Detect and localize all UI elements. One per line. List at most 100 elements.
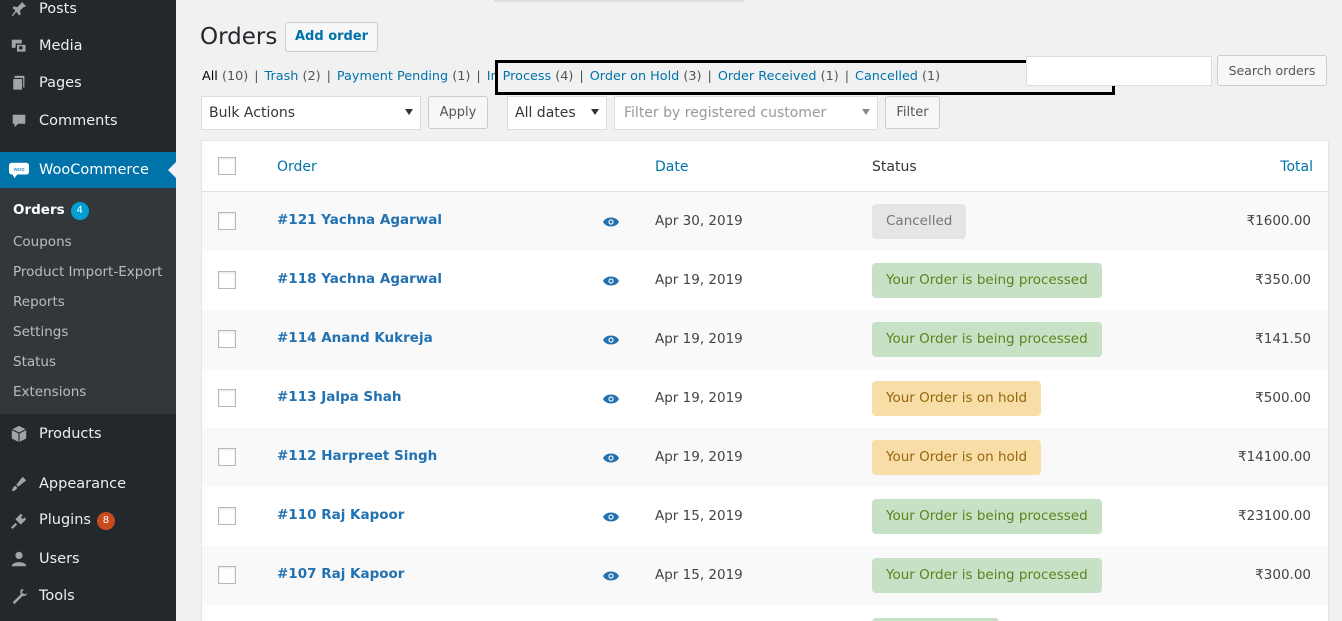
chevron-down-icon [591, 109, 599, 115]
order-total: ₹1600.00 [1246, 213, 1311, 229]
woocommerce-submenu: Orders 4 Coupons Product Import-Export Re… [0, 188, 176, 414]
menu-label: Users [39, 551, 80, 567]
customer-filter-select[interactable]: Filter by registered customer [614, 96, 878, 130]
menu-label: Products [39, 426, 102, 442]
table-row: #112 Harpreet Singh Apr 19, 2019 Your Orde… [202, 428, 1328, 487]
menu-item-comments[interactable]: Comments [0, 103, 176, 139]
users-icon [9, 549, 29, 569]
row-checkbox[interactable] [218, 448, 236, 466]
order-date: Apr 19, 2019 [655, 390, 743, 406]
order-total: ₹141.50 [1255, 331, 1311, 347]
menu-item-plugins[interactable]: Plugins 8 [0, 503, 176, 539]
column-date[interactable]: Date [655, 159, 688, 175]
table-row: #110 Raj Kapoor Apr 15, 2019 Your Order is… [202, 487, 1328, 546]
order-link[interactable]: #110 Raj Kapoor [277, 507, 404, 523]
submenu-settings[interactable]: Settings [13, 324, 68, 340]
woocommerce-icon: woo [9, 160, 29, 180]
order-link[interactable]: #112 Harpreet Singh [277, 448, 437, 464]
submenu-extensions[interactable]: Extensions [13, 384, 86, 400]
table-row: #113 Jalpa Shah Apr 19, 2019 Your Order is… [202, 369, 1328, 428]
filter-trash[interactable]: Trash (2) [265, 69, 321, 84]
submenu-reports[interactable]: Reports [13, 294, 65, 310]
order-date: Apr 19, 2019 [655, 272, 743, 288]
preview-eye-icon[interactable] [603, 216, 619, 228]
menu-label: Tools [39, 588, 75, 604]
dates-select[interactable]: All dates [507, 96, 607, 130]
submenu-coupons[interactable]: Coupons [13, 234, 72, 250]
order-total: ₹23100.00 [1237, 508, 1311, 524]
search-orders-button[interactable]: Search orders [1217, 55, 1327, 86]
chevron-down-icon [405, 109, 413, 115]
menu-label: Media [39, 38, 83, 54]
order-date: Apr 19, 2019 [655, 331, 743, 347]
plugins-icon [9, 511, 29, 531]
menu-item-users[interactable]: Users [0, 541, 176, 577]
woo-logo-text: woo [13, 167, 25, 173]
preview-eye-icon[interactable] [603, 511, 619, 523]
plugins-update-badge: 8 [96, 512, 115, 530]
column-total[interactable]: Total [1280, 159, 1313, 175]
order-date: Apr 19, 2019 [655, 449, 743, 465]
filter-button[interactable]: Filter [885, 96, 940, 129]
menu-label: Plugins 8 [39, 512, 115, 530]
menu-item-products[interactable]: Products [0, 416, 176, 452]
status-badge: Cancelled [872, 204, 967, 239]
menu-item-tools[interactable]: Tools [0, 578, 176, 614]
preview-eye-icon[interactable] [603, 393, 619, 405]
submenu-product-import-export[interactable]: Product Import-Export [13, 264, 162, 280]
row-checkbox[interactable] [218, 566, 236, 584]
add-order-button[interactable]: Add order [285, 22, 379, 52]
submenu-orders[interactable]: Orders 4 [13, 202, 89, 220]
order-link[interactable]: #121 Yachna Agarwal [277, 212, 442, 228]
apply-button[interactable]: Apply [428, 96, 488, 129]
tools-icon [9, 586, 29, 606]
order-total: ₹350.00 [1255, 272, 1311, 288]
row-checkbox[interactable] [218, 507, 236, 525]
column-order[interactable]: Order [277, 159, 317, 175]
filter-all[interactable]: All (10) [202, 69, 248, 84]
filter-in-process[interactable]: In Process (4) [487, 69, 574, 84]
filter-order-on-hold[interactable]: Order on Hold (3) [590, 69, 702, 84]
menu-item-woocommerce[interactable]: woo WooCommerce [0, 152, 176, 188]
preview-eye-icon[interactable] [603, 452, 619, 464]
search-orders-input[interactable] [1026, 56, 1212, 86]
status-badge: Your Order is being processed [872, 499, 1102, 534]
order-total: ₹500.00 [1255, 390, 1311, 406]
menu-item-media[interactable]: Media [0, 28, 176, 64]
menu-item-pages[interactable]: Pages [0, 65, 176, 101]
order-link[interactable]: #114 Anand Kukreja [277, 330, 433, 346]
order-date: Apr 30, 2019 [655, 213, 743, 229]
filter-payment-pending[interactable]: Payment Pending (1) [337, 69, 470, 84]
row-checkbox[interactable] [218, 389, 236, 407]
orders-table: Order Date Status Total #121 Yachna Agar… [201, 140, 1329, 621]
menu-item-appearance[interactable]: Appearance [0, 466, 176, 502]
admin-sidebar: Posts Media Pages Comments woo WooCommer… [0, 0, 176, 621]
row-checkbox[interactable] [218, 330, 236, 348]
pages-icon [9, 73, 29, 93]
filter-order-received[interactable]: Order Received (1) [718, 69, 839, 84]
menu-label: Appearance [39, 476, 127, 492]
bulk-actions-select[interactable]: Bulk Actions [201, 96, 421, 130]
order-date: Apr 15, 2019 [655, 567, 743, 583]
appearance-icon [9, 474, 29, 494]
submenu-status[interactable]: Status [13, 354, 56, 370]
menu-item-posts[interactable]: Posts [0, 0, 176, 27]
page-title: Orders [200, 24, 278, 50]
order-link[interactable]: #118 Yachna Agarwal [277, 271, 442, 287]
preview-eye-icon[interactable] [603, 570, 619, 582]
preview-eye-icon[interactable] [603, 275, 619, 287]
status-badge: Your Order is being processed [872, 263, 1102, 298]
filter-cancelled[interactable]: Cancelled (1) [855, 69, 940, 84]
table-row: #114 Anand Kukreja Apr 19, 2019 Your Order… [202, 310, 1328, 369]
select-all-checkbox[interactable] [218, 157, 236, 175]
row-checkbox[interactable] [218, 271, 236, 289]
table-row: #118 Yachna Agarwal Apr 19, 2019 Your Orde… [202, 251, 1328, 310]
menu-label: WooCommerce [39, 162, 149, 178]
row-checkbox[interactable] [218, 212, 236, 230]
order-date: Apr 15, 2019 [655, 508, 743, 524]
order-link[interactable]: #107 Raj Kapoor [277, 566, 404, 582]
preview-eye-icon[interactable] [603, 334, 619, 346]
chevron-down-icon [862, 109, 870, 115]
order-total: ₹14100.00 [1237, 449, 1311, 465]
order-link[interactable]: #113 Jalpa Shah [277, 389, 401, 405]
